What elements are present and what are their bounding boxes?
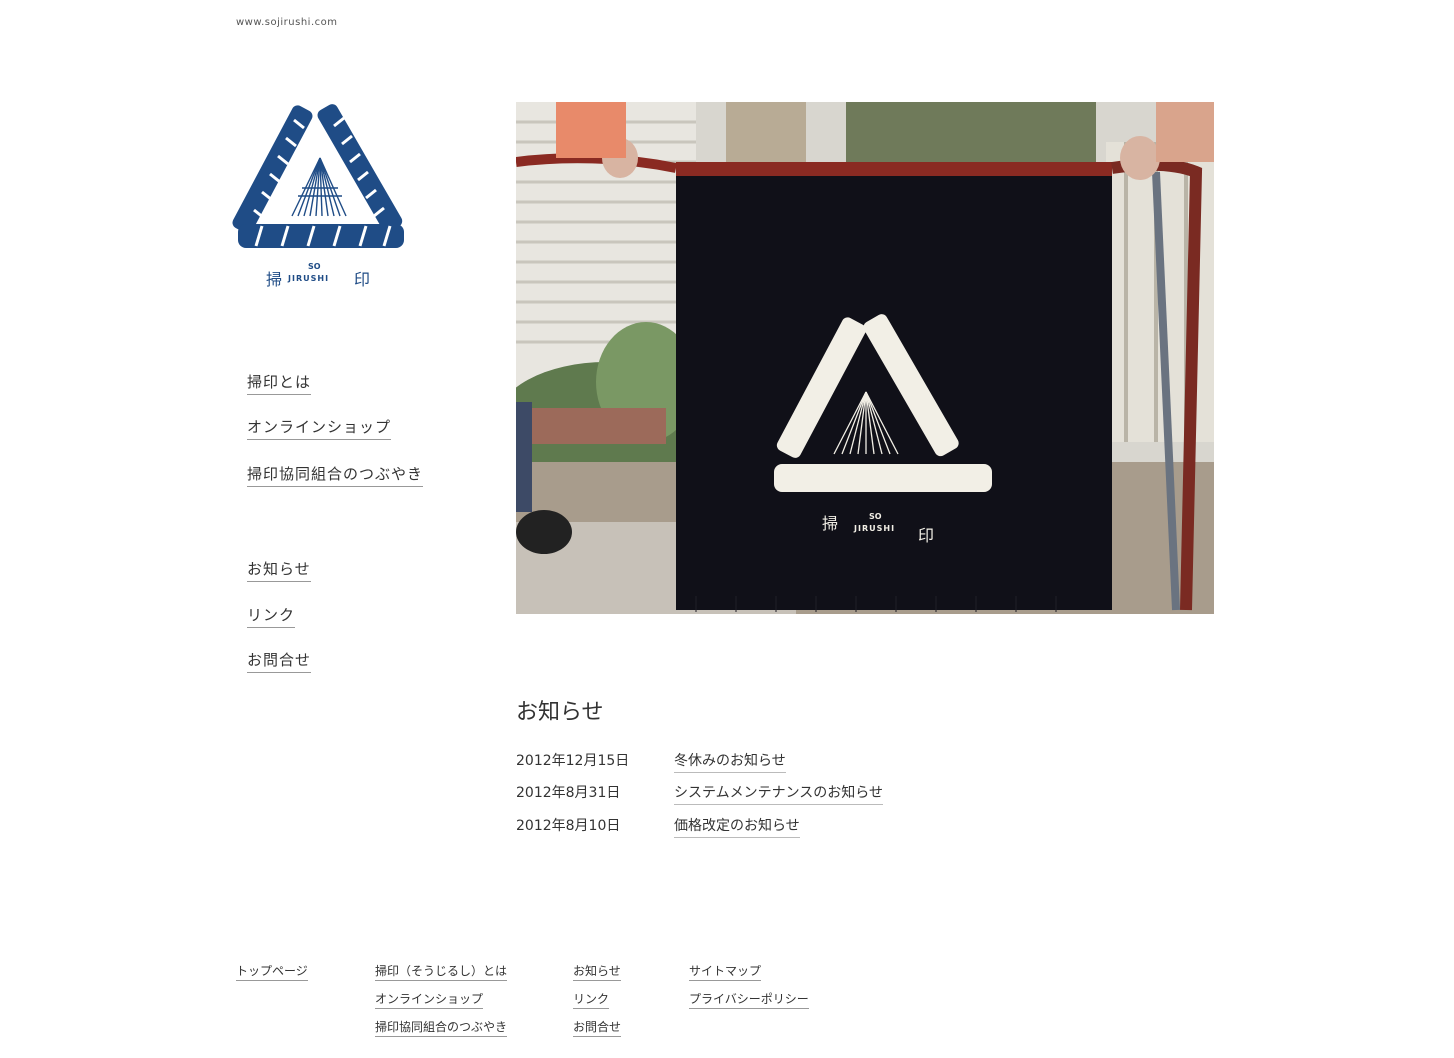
news-date: 2012年8月31日 <box>516 785 621 801</box>
nav-tweets[interactable]: 掃印協同組合のつぶやき <box>247 463 424 487</box>
footer-sitemap[interactable]: サイトマップ <box>689 962 762 981</box>
logo-small-bottom: JIRUSHI <box>288 274 330 283</box>
footer-contact[interactable]: お問合せ <box>573 1018 622 1037</box>
news-date: 2012年8月10日 <box>516 818 621 834</box>
logo-kanji-right: 印 <box>354 270 371 289</box>
nav-news[interactable]: お知らせ <box>247 558 311 582</box>
footer-tweets[interactable]: 掃印協同組合のつぶやき <box>375 1018 508 1037</box>
site-logo[interactable]: 掃 印 SO JIRUSHI <box>232 100 410 290</box>
news-link[interactable]: システムメンテナンスのお知らせ <box>674 782 884 805</box>
news-link[interactable]: 価格改定のお知らせ <box>674 815 800 838</box>
hero-small-top: SO <box>869 512 882 521</box>
footer-about[interactable]: 掃印（そうじるし）とは <box>375 962 508 981</box>
news-link[interactable]: 冬休みのお知らせ <box>674 750 786 773</box>
news-heading: お知らせ <box>516 700 604 725</box>
nav-contact[interactable]: お問合せ <box>247 649 312 673</box>
noren-photo-image <box>516 102 1214 614</box>
footer-links[interactable]: リンク <box>573 990 610 1009</box>
news-date: 2012年12月15日 <box>516 753 630 769</box>
hero-kanji-left: 掃 <box>822 514 839 533</box>
logo-triangle-icon <box>232 104 404 248</box>
footer-privacy-policy[interactable]: プライバシーポリシー <box>689 990 809 1009</box>
footer-top-page[interactable]: トップページ <box>236 962 308 981</box>
nav-online-shop[interactable]: オンラインショップ <box>247 416 392 440</box>
site-domain: www.sojirushi.com <box>236 17 338 28</box>
hero-small-bottom: JIRUSHI <box>854 524 896 533</box>
nav-links[interactable]: リンク <box>247 604 296 628</box>
hero-photo: 掃 印 SO JIRUSHI <box>516 102 1214 614</box>
footer-online-shop[interactable]: オンラインショップ <box>375 990 484 1009</box>
hero-kanji-right: 印 <box>918 526 935 545</box>
logo-kanji-left: 掃 <box>266 270 283 289</box>
nav-about[interactable]: 掃印とは <box>247 371 312 395</box>
logo-small-top: SO <box>308 262 321 271</box>
footer-news[interactable]: お知らせ <box>573 962 621 981</box>
